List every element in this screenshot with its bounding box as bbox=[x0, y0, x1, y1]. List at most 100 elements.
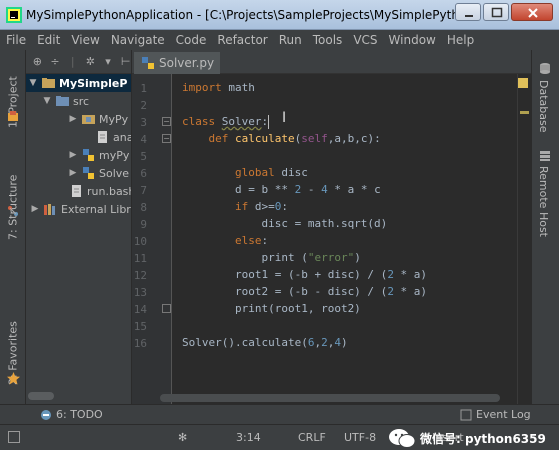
code-token: d>= bbox=[248, 200, 275, 213]
tab-remote-host[interactable]: Remote Host bbox=[537, 166, 550, 246]
code-line: print ("error") bbox=[182, 249, 360, 266]
tree-item-mypy-file[interactable]: ▶ myPy bbox=[68, 146, 130, 164]
menu-vcs[interactable]: VCS bbox=[353, 33, 377, 47]
code-line: def calculate(self,a,b,c): bbox=[182, 130, 381, 147]
menu-code[interactable]: Code bbox=[176, 33, 207, 47]
menu-file[interactable]: File bbox=[6, 33, 26, 47]
menu-tools[interactable]: Tools bbox=[313, 33, 343, 47]
editor-tabs: Solver.py bbox=[132, 50, 531, 74]
fold-toggle-icon[interactable]: − bbox=[162, 117, 171, 126]
code-token: root2 = (-b - disc) / ( bbox=[182, 285, 388, 298]
target-icon[interactable]: ⊕ bbox=[32, 55, 43, 68]
menu-edit[interactable]: Edit bbox=[37, 33, 60, 47]
code-line: root2 = (-b - disc) / (2 * a) bbox=[182, 283, 427, 300]
inspection-status-icon[interactable] bbox=[518, 78, 528, 88]
tree-item-run-bash[interactable]: run.bash bbox=[56, 182, 131, 200]
python-file-icon bbox=[83, 167, 94, 179]
maximize-button[interactable] bbox=[483, 3, 509, 21]
code-token: d = b ** bbox=[182, 183, 295, 196]
minimize-icon bbox=[465, 15, 473, 17]
tree-item-src[interactable]: ▼ src bbox=[42, 92, 90, 110]
line-number: 11 bbox=[133, 252, 147, 265]
code-line: class Solver: bbox=[182, 113, 270, 130]
code-token: 4 bbox=[334, 336, 341, 349]
code-token: calculate bbox=[235, 132, 295, 145]
editor: Solver.py 1 2 3 4 5 6 7 8 9 10 11 12 13 … bbox=[132, 50, 531, 404]
fold-toggle-icon[interactable]: − bbox=[162, 134, 171, 143]
right-tool-strip: Database Remote Host bbox=[531, 50, 559, 404]
code-line: import math bbox=[182, 79, 255, 96]
tree-item-label: anag bbox=[113, 130, 131, 144]
tab-database[interactable]: Database bbox=[537, 80, 550, 140]
warning-marker[interactable] bbox=[520, 111, 529, 114]
structure-icon bbox=[8, 206, 18, 216]
tree-item-solver[interactable]: ▶ Solve bbox=[68, 164, 130, 182]
line-number: 5 bbox=[140, 150, 147, 163]
menu-window[interactable]: Window bbox=[389, 33, 436, 47]
menu-refactor[interactable]: Refactor bbox=[217, 33, 267, 47]
status-bar: ✻ 3:14 CRLF UTF-8 Insert 微信号: python6359 bbox=[0, 424, 559, 450]
line-number: 14 bbox=[133, 303, 147, 316]
tab-database-label: Database bbox=[537, 80, 550, 133]
code-token: class bbox=[182, 115, 222, 128]
tab-event-log[interactable]: Event Log bbox=[460, 408, 531, 421]
code-token: : bbox=[281, 200, 288, 213]
tree-item-external-libraries[interactable]: ▶ External Libra bbox=[30, 200, 131, 218]
line-separator[interactable]: CRLF bbox=[298, 431, 326, 444]
close-icon bbox=[528, 8, 538, 18]
code-token: else bbox=[234, 234, 262, 247]
caret-position[interactable]: 3:14 bbox=[236, 431, 261, 444]
menu-run[interactable]: Run bbox=[279, 33, 302, 47]
gear-icon[interactable]: ✲ bbox=[85, 55, 96, 68]
minimize-button[interactable] bbox=[455, 3, 481, 21]
tool-window-toggle-icon[interactable] bbox=[8, 431, 20, 443]
left-tool-strip: 1: Project 7: Structure 2: Favorites bbox=[0, 50, 26, 404]
file-icon bbox=[98, 131, 107, 143]
bottom-tool-bar: 6: TODO Event Log bbox=[0, 404, 559, 424]
todo-icon bbox=[41, 409, 51, 420]
code-token: 2 bbox=[387, 285, 394, 298]
tab-structure[interactable]: 7: Structure bbox=[3, 150, 23, 240]
library-icon bbox=[44, 204, 55, 215]
menu-help[interactable]: Help bbox=[447, 33, 474, 47]
chevron-down-icon[interactable]: ▾ bbox=[103, 55, 114, 68]
code-token: 4 bbox=[321, 183, 328, 196]
line-number: 8 bbox=[140, 201, 147, 214]
editor-horizontal-scrollbar[interactable] bbox=[160, 394, 500, 402]
collapse-icon[interactable]: ÷ bbox=[50, 55, 61, 68]
hide-icon[interactable]: ⊢ bbox=[120, 55, 131, 68]
tree-item-project-root[interactable]: ▼ MySimpleP bbox=[26, 74, 131, 92]
watermark-text: 微信号: python6359 bbox=[420, 431, 546, 446]
code-token: Solver bbox=[221, 115, 262, 128]
tab-todo[interactable]: 6: TODO bbox=[40, 408, 103, 421]
project-scrollbar[interactable] bbox=[28, 392, 54, 400]
line-number: 16 bbox=[133, 337, 147, 350]
tree-item-anag[interactable]: anag bbox=[82, 128, 131, 146]
tree-item-mypy-package[interactable]: ▶ MyPy bbox=[68, 110, 129, 128]
code-line: d = b ** 2 - 4 * a * c bbox=[182, 181, 381, 198]
code-token: def bbox=[208, 132, 235, 145]
line-number: 7 bbox=[140, 184, 147, 197]
tab-solver-py[interactable]: Solver.py bbox=[134, 52, 220, 74]
line-number: 9 bbox=[140, 218, 147, 231]
code-line: Solver().calculate(6,2,4) bbox=[182, 334, 348, 351]
watermark: 微信号: python6359 bbox=[388, 427, 546, 449]
folder-icon bbox=[42, 78, 55, 88]
menu-view[interactable]: View bbox=[71, 33, 99, 47]
code-token: ) bbox=[340, 336, 348, 349]
tab-todo-label: 6: TODO bbox=[56, 408, 103, 421]
line-number: 4 bbox=[140, 133, 147, 146]
fold-end-icon[interactable] bbox=[162, 304, 171, 313]
file-encoding[interactable]: UTF-8 bbox=[344, 431, 376, 444]
close-button[interactable] bbox=[511, 3, 553, 21]
error-stripe[interactable] bbox=[517, 74, 531, 404]
code-line: root1 = (-b + disc) / (2 * a) bbox=[182, 266, 427, 283]
code-token: math bbox=[221, 81, 255, 94]
python-file-icon bbox=[142, 57, 154, 69]
tab-remote-host-label: Remote Host bbox=[537, 166, 550, 237]
line-number-gutter: 1 2 3 4 5 6 7 8 9 10 11 12 13 14 15 16 −… bbox=[132, 74, 172, 404]
menu-navigate[interactable]: Navigate bbox=[111, 33, 165, 47]
tree-item-label: MyPy bbox=[99, 112, 129, 126]
code-token: root1 = (-b + disc) / ( bbox=[182, 268, 388, 281]
